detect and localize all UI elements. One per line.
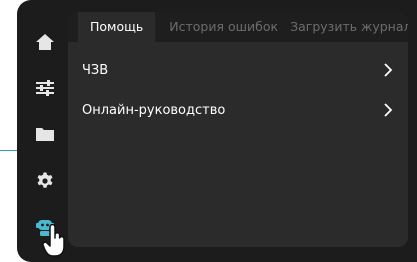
list-item-label: ЧЗВ: [82, 62, 109, 78]
gear-icon: [37, 172, 53, 188]
chevron-right-icon: [382, 63, 394, 77]
help-panel: Помощь История ошибок Загрузить журнал Ч…: [68, 12, 408, 247]
tab-upload-log[interactable]: Загрузить журнал: [284, 12, 408, 42]
tab-help[interactable]: Помощь: [78, 12, 156, 42]
help-list: ЧЗВ Онлайн-руководство: [68, 50, 408, 130]
list-item-faq[interactable]: ЧЗВ: [68, 50, 408, 90]
list-item-label: Онлайн-руководство: [82, 102, 226, 118]
sliders-icon: [36, 80, 54, 96]
device-screen: Помощь История ошибок Загрузить журнал Ч…: [17, 0, 417, 262]
chevron-right-icon: [382, 103, 394, 117]
sidebar-item-home[interactable]: [17, 22, 73, 62]
sidebar-item-files[interactable]: [17, 114, 73, 154]
pointer-hand-icon: [42, 223, 66, 262]
tab-error-history[interactable]: История ошибок: [155, 12, 284, 42]
tabs: Помощь История ошибок Загрузить журнал: [68, 12, 408, 42]
sidebar-item-settings[interactable]: [17, 161, 73, 201]
folder-icon: [36, 128, 54, 141]
list-item-online-manual[interactable]: Онлайн-руководство: [68, 90, 408, 130]
home-icon: [36, 34, 54, 50]
sidebar-item-settings-sliders[interactable]: [17, 68, 73, 108]
